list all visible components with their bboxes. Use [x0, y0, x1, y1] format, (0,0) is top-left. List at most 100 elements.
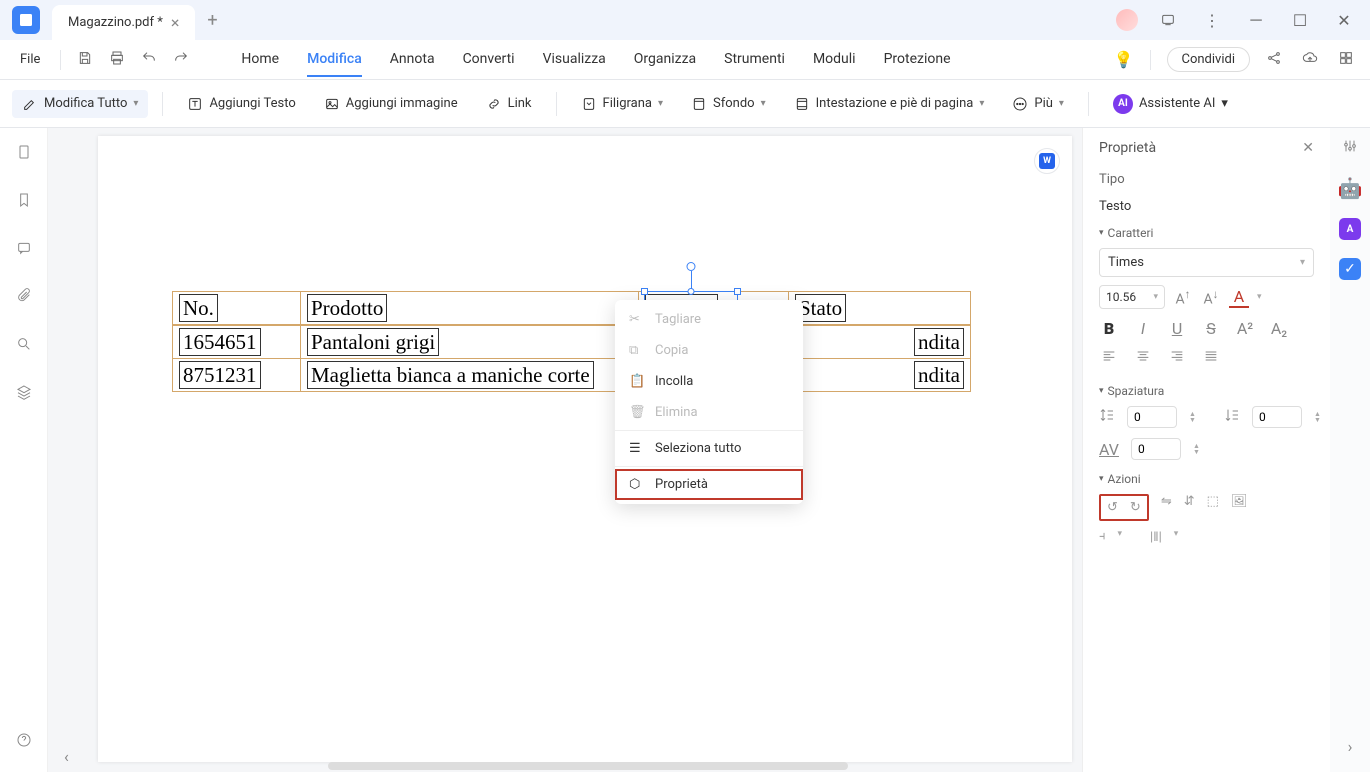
ai-assistant-button[interactable]: AI Assistente AI ▾ [1103, 88, 1238, 120]
font-color-icon[interactable]: A [1229, 287, 1249, 308]
tab-protezione[interactable]: Protezione [884, 43, 951, 77]
align-center-icon[interactable] [1133, 348, 1153, 368]
page-icon[interactable] [12, 140, 36, 168]
close-panel-icon[interactable]: ✕ [1302, 140, 1314, 156]
decrease-font-icon[interactable]: A↓ [1201, 287, 1221, 308]
chevron-right-icon[interactable]: › [1348, 737, 1353, 756]
header-prodotto[interactable]: Prodotto [307, 294, 387, 322]
user-avatar[interactable] [1116, 9, 1138, 31]
attachment-icon[interactable] [12, 284, 36, 312]
new-tab-button[interactable]: + [207, 10, 217, 31]
font-size-select[interactable]: 10.56 ▾ [1099, 285, 1165, 309]
left-sidebar [0, 128, 48, 772]
watermark-button[interactable]: Filigrana ▾ [571, 90, 673, 118]
maximize-icon[interactable]: ☐ [1286, 6, 1314, 34]
cut-icon: ✂ [629, 312, 645, 327]
add-text-button[interactable]: Aggiungi Testo [177, 90, 305, 118]
cell-prodotto[interactable]: Pantaloni grigi [307, 328, 439, 356]
replace-icon[interactable]: 🖼 [1231, 494, 1248, 521]
line-spacing-input[interactable] [1127, 406, 1177, 428]
horizontal-scrollbar[interactable] [328, 762, 848, 770]
feedback-icon[interactable] [1154, 6, 1182, 34]
font-select[interactable]: Times ▾ [1099, 248, 1314, 277]
characters-section[interactable]: Caratteri [1099, 226, 1314, 240]
header-footer-button[interactable]: Intestazione e piè di pagina ▾ [784, 90, 995, 118]
ctx-properties[interactable]: ⬡ Proprietà [615, 469, 803, 500]
spacing-section[interactable]: Spaziatura [1099, 384, 1314, 398]
italic-icon[interactable]: I [1133, 319, 1153, 338]
file-menu[interactable]: File [12, 48, 48, 71]
lightbulb-icon[interactable]: 💡 [1114, 50, 1134, 69]
char-spacing-icon: AV [1099, 440, 1119, 459]
rotate-left-icon[interactable]: ↺ [1107, 500, 1118, 515]
header-no[interactable]: No. [179, 294, 218, 322]
ctx-paste[interactable]: 📋 Incolla [615, 366, 803, 397]
share-link-icon[interactable] [1262, 46, 1286, 74]
undo-icon[interactable] [137, 46, 161, 74]
word-export-badge[interactable]: W [1034, 148, 1060, 174]
cell-prodotto[interactable]: Maglietta bianca a maniche corte [307, 361, 594, 389]
align-right-icon[interactable] [1167, 348, 1187, 368]
share-button[interactable]: Condividi [1167, 47, 1251, 72]
print-icon[interactable] [105, 46, 129, 74]
tab-annota[interactable]: Annota [390, 43, 435, 77]
tab-title: Magazzino.pdf * [68, 15, 163, 30]
check-icon[interactable]: ✓ [1339, 258, 1361, 280]
cell-stato[interactable]: ndita [914, 361, 964, 389]
comment-icon[interactable] [12, 236, 36, 264]
underline-icon[interactable]: U [1167, 319, 1187, 338]
rotate-handle[interactable] [687, 262, 696, 271]
crop-icon[interactable]: ⬚ [1207, 494, 1219, 521]
link-button[interactable]: Link [476, 90, 542, 118]
tab-moduli[interactable]: Moduli [813, 43, 856, 77]
search-icon[interactable] [12, 332, 36, 360]
link-label: Link [508, 96, 532, 111]
canvas[interactable]: W No. Prodotto Volume Stato 1654651 Pant… [48, 128, 1082, 772]
help-icon[interactable] [12, 728, 36, 756]
ctx-select-all[interactable]: ☰ Seleziona tutto [615, 433, 803, 464]
cell-no[interactable]: 8751231 [179, 361, 261, 389]
tab-home[interactable]: Home [241, 43, 279, 77]
align-objects-icon[interactable]: ⫞ [1099, 529, 1106, 545]
background-button[interactable]: Sfondo ▾ [681, 90, 776, 118]
more-icon[interactable]: ⋮ [1198, 6, 1226, 34]
redo-icon[interactable] [169, 46, 193, 74]
ai-square-icon[interactable]: A [1339, 218, 1361, 240]
bold-icon[interactable]: B [1099, 319, 1119, 338]
tab-modifica[interactable]: Modifica [307, 43, 362, 77]
more-button[interactable]: Più ▾ [1002, 90, 1074, 118]
collapse-left-icon[interactable]: ‹ [64, 747, 69, 766]
robot-icon[interactable]: 🤖 [1338, 176, 1363, 200]
increase-font-icon[interactable]: A↑ [1173, 287, 1193, 308]
cell-stato[interactable]: ndita [914, 328, 964, 356]
tab-converti[interactable]: Converti [463, 43, 515, 77]
align-justify-icon[interactable] [1201, 348, 1221, 368]
minimize-icon[interactable]: ─ [1242, 6, 1270, 34]
superscript-icon[interactable]: A² [1235, 319, 1255, 338]
strikethrough-icon[interactable]: S [1201, 319, 1221, 338]
layers-icon[interactable] [12, 380, 36, 408]
grid-icon[interactable] [1334, 46, 1358, 74]
flip-vertical-icon[interactable]: ⇵ [1184, 494, 1195, 521]
flip-horizontal-icon[interactable]: ⇋ [1161, 494, 1172, 521]
save-icon[interactable] [73, 46, 97, 74]
para-spacing-input[interactable] [1252, 406, 1302, 428]
edit-all-button[interactable]: Modifica Tutto ▾ [12, 90, 148, 118]
actions-section[interactable]: Azioni [1099, 472, 1314, 486]
add-image-button[interactable]: Aggiungi immagine [314, 90, 468, 118]
tab-organizza[interactable]: Organizza [634, 43, 696, 77]
tab-visualizza[interactable]: Visualizza [543, 43, 606, 77]
tab-strumenti[interactable]: Strumenti [724, 43, 785, 77]
bookmark-icon[interactable] [12, 188, 36, 216]
cell-no[interactable]: 1654651 [179, 328, 261, 356]
rotate-right-icon[interactable]: ↻ [1130, 500, 1141, 515]
settings-icon[interactable] [1342, 138, 1358, 158]
distribute-icon[interactable]: |‖| [1150, 529, 1162, 545]
char-spacing-input[interactable] [1131, 438, 1181, 460]
close-window-icon[interactable]: ✕ [1330, 6, 1358, 34]
align-left-icon[interactable] [1099, 348, 1119, 368]
close-tab-icon[interactable]: × [171, 13, 180, 32]
subscript-icon[interactable]: A₂ [1269, 319, 1289, 338]
document-tab[interactable]: Magazzino.pdf * × [52, 5, 195, 40]
cloud-icon[interactable] [1298, 46, 1322, 74]
